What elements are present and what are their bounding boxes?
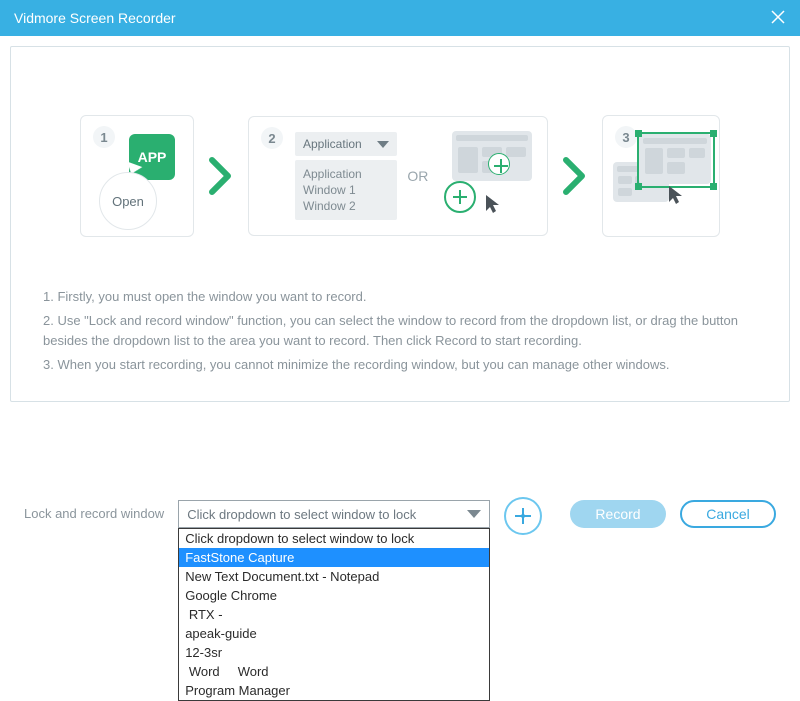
step-3-illustration (617, 134, 717, 224)
window-select-option[interactable]: Google Chrome (179, 586, 489, 605)
window-select-option[interactable]: Word Word (179, 662, 489, 681)
step-3-box: 3 (602, 115, 720, 237)
record-button[interactable]: Record (570, 500, 666, 528)
instruction-line-2: 2. Use "Lock and record window" function… (43, 311, 757, 351)
step-2-dropdown-illustration: Application (295, 132, 397, 156)
window-select-button[interactable]: Click dropdown to select window to lock (178, 500, 490, 528)
window-select-option[interactable]: Program Manager (179, 681, 489, 700)
cancel-button[interactable]: Cancel (680, 500, 776, 528)
instruction-panel: 1 APP Open 2 Application Application (10, 46, 790, 402)
step-1-box: 1 APP Open (80, 115, 194, 237)
step-2-box: 2 Application Application Window 1 Windo… (248, 116, 548, 236)
selection-box-icon (637, 132, 715, 188)
step-2-app-list: Application Application Window 1 Window … (295, 132, 397, 220)
step-2-illustration (438, 131, 535, 221)
step-1-badge: 1 (93, 126, 115, 148)
step-2-win-2: Window 2 (303, 198, 389, 214)
chevron-right-icon (562, 156, 588, 196)
titlebar: Vidmore Screen Recorder (0, 0, 800, 36)
close-icon[interactable] (770, 7, 786, 29)
window-select-option[interactable]: apeak-guide (179, 624, 489, 643)
drag-target-button[interactable] (504, 497, 542, 535)
chevron-right-icon (208, 156, 234, 196)
instructions-text: 1. Firstly, you must open the window you… (43, 287, 757, 375)
step-2-window-list-illustration: Application Window 1 Window 2 (295, 160, 397, 220)
step-2-win-1: Window 1 (303, 182, 389, 198)
or-label: OR (407, 168, 428, 184)
window-select-option[interactable]: FastStone Capture (179, 548, 489, 567)
window-select-option[interactable]: RTX - (179, 605, 489, 624)
chevron-down-icon (377, 141, 389, 148)
instruction-line-3: 3. When you start recording, you cannot … (43, 355, 757, 375)
window-select-value: Click dropdown to select window to lock (187, 507, 416, 522)
steps-row: 1 APP Open 2 Application Application (43, 115, 757, 237)
lock-record-label: Lock and record window (24, 500, 164, 521)
crosshair-icon (444, 181, 476, 213)
window-select-list[interactable]: Click dropdown to select window to lockF… (178, 528, 490, 701)
crosshair-icon (515, 508, 531, 524)
bottom-bar: Lock and record window Click dropdown to… (0, 500, 800, 535)
open-circle: Open (99, 172, 157, 230)
window-select-dropdown[interactable]: Click dropdown to select window to lock … (178, 500, 490, 528)
main-content: 1 APP Open 2 Application Application (0, 36, 800, 402)
instruction-line-1: 1. Firstly, you must open the window you… (43, 287, 757, 307)
step-2-badge: 2 (261, 127, 283, 149)
step-2-win-label: Application (303, 166, 389, 182)
window-title: Vidmore Screen Recorder (14, 10, 176, 26)
window-select-option[interactable]: Click dropdown to select window to lock (179, 529, 489, 548)
step-2-dropdown-label: Application (303, 137, 362, 151)
chevron-down-icon (467, 510, 481, 518)
window-select-option[interactable]: New Text Document.txt - Notepad (179, 567, 489, 586)
window-select-option[interactable]: 12-3sr (179, 643, 489, 662)
